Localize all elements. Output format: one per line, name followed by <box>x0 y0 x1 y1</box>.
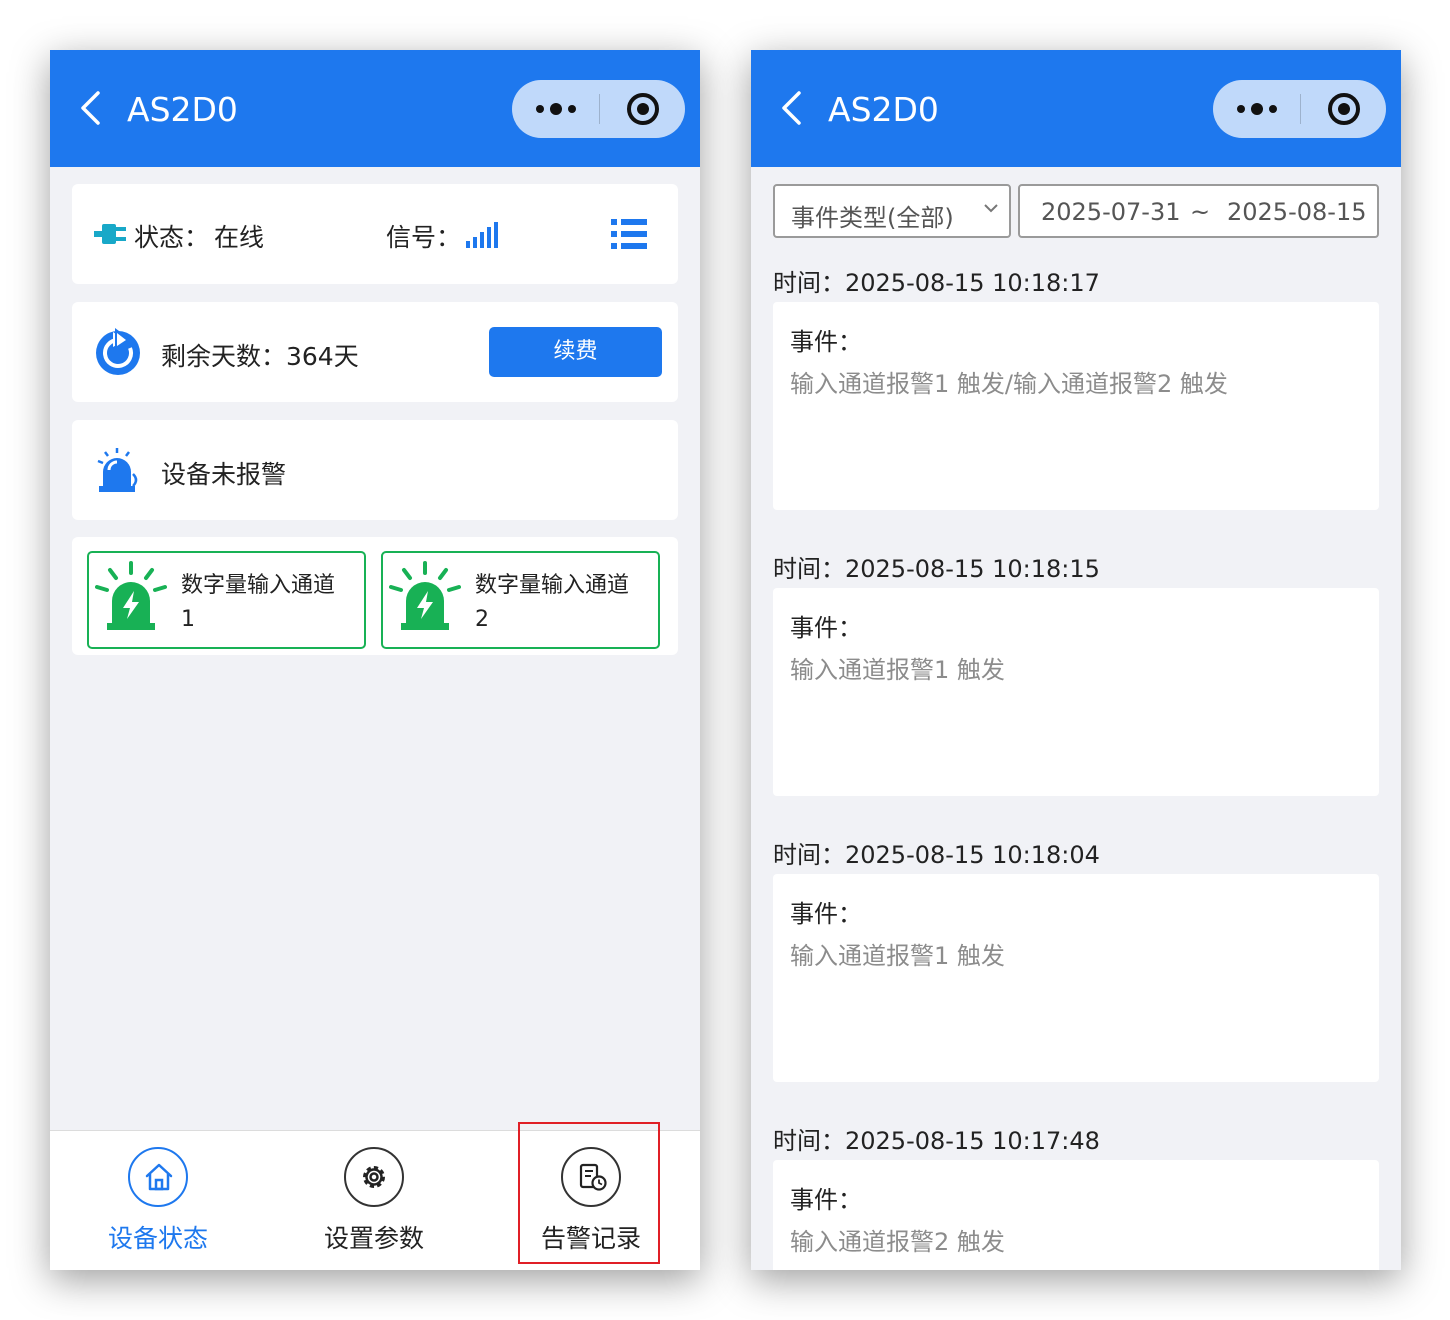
page-title: AS2D0 <box>127 90 238 129</box>
list-menu-icon[interactable] <box>611 218 647 250</box>
navbar: AS2D0 <box>50 50 700 167</box>
signal-label: 信号： <box>386 223 462 252</box>
event-card: 事件： 输入通道报警1 触发 <box>773 874 1379 1082</box>
home-icon <box>145 1163 173 1191</box>
event-description: 输入通道报警2 触发 <box>790 1228 1005 1256</box>
channels-card: 数字量输入通道 1 数字量输入通道 2 <box>72 537 678 655</box>
signal-bars-icon <box>466 222 498 248</box>
back-chevron-icon[interactable] <box>76 90 106 126</box>
more-dots-icon[interactable] <box>1213 80 1300 138</box>
event-card: 事件： 输入通道报警1 触发/输入通道报警2 触发 <box>773 302 1379 510</box>
device-status-screen: AS2D0 状态： 在线 信号： 剩余天数：364天 续费 设备未报警 数字量输… <box>50 50 700 1270</box>
event-label: 事件： <box>790 614 862 642</box>
date-range-picker[interactable]: 2025-07-31 ~ 2025-08-15 <box>1018 184 1379 238</box>
target-circle-icon[interactable] <box>1301 80 1386 138</box>
tab-settings[interactable]: 设置参数 <box>266 1131 482 1270</box>
alarm-siren-icon <box>97 448 138 492</box>
mini-program-capsule <box>512 80 685 138</box>
remaining-days-card: 剩余天数：364天 续费 <box>72 302 678 402</box>
status-value: 在线 <box>214 223 265 252</box>
channel-2-label: 数字量输入通道 2 <box>475 573 630 632</box>
end-date[interactable]: 2025-08-15 <box>1227 198 1366 226</box>
status-label: 状态： <box>134 223 210 252</box>
back-chevron-icon[interactable] <box>777 90 807 126</box>
event-time: 时间：2025-08-15 10:18:15 <box>773 555 1100 583</box>
event-card: 事件： 输入通道报警2 触发 <box>773 1160 1379 1270</box>
status-card: 状态： 在线 信号： <box>72 184 678 284</box>
alarm-status-card: 设备未报警 <box>72 420 678 520</box>
event-label: 事件： <box>790 328 862 356</box>
more-dots-icon[interactable] <box>512 80 599 138</box>
alarm-records-screen: AS2D0 事件类型(全部) 2025-07-31 ~ 2025-08-15 时… <box>751 50 1401 1270</box>
event-description: 输入通道报警1 触发 <box>790 942 1005 970</box>
navbar: AS2D0 <box>751 50 1401 167</box>
remaining-days-text: 剩余天数：364天 <box>161 342 359 371</box>
event-label: 事件： <box>790 1186 862 1214</box>
event-type-select[interactable]: 事件类型(全部) <box>773 184 1011 238</box>
event-label: 事件： <box>790 900 862 928</box>
date-separator: ~ <box>1190 198 1211 226</box>
channel-1-label: 数字量输入通道 1 <box>181 573 336 632</box>
event-time: 时间：2025-08-15 10:17:48 <box>773 1127 1100 1155</box>
mini-program-capsule <box>1213 80 1386 138</box>
highlight-box <box>518 1122 660 1264</box>
alarm-status-text: 设备未报警 <box>161 460 287 489</box>
event-description: 输入通道报警1 触发 <box>790 656 1005 684</box>
renew-button[interactable]: 续费 <box>489 327 662 377</box>
tab-device-status[interactable]: 设备状态 <box>50 1131 266 1270</box>
event-description: 输入通道报警1 触发/输入通道报警2 触发 <box>790 370 1228 398</box>
refresh-circle-icon <box>96 328 140 375</box>
gear-icon <box>363 1166 385 1188</box>
event-card: 事件： 输入通道报警1 触发 <box>773 588 1379 796</box>
green-alarm-light-icon <box>95 561 167 630</box>
start-date[interactable]: 2025-07-31 <box>1041 198 1180 226</box>
green-alarm-light-icon <box>389 561 461 630</box>
event-time: 时间：2025-08-15 10:18:17 <box>773 269 1100 297</box>
target-circle-icon[interactable] <box>600 80 685 138</box>
event-time: 时间：2025-08-15 10:18:04 <box>773 841 1100 869</box>
page-title: AS2D0 <box>828 90 939 129</box>
plug-icon <box>94 224 126 244</box>
channel-2-tile[interactable]: 数字量输入通道 2 <box>381 551 660 649</box>
chevron-down-icon <box>984 204 998 213</box>
channel-1-tile[interactable]: 数字量输入通道 1 <box>87 551 366 649</box>
